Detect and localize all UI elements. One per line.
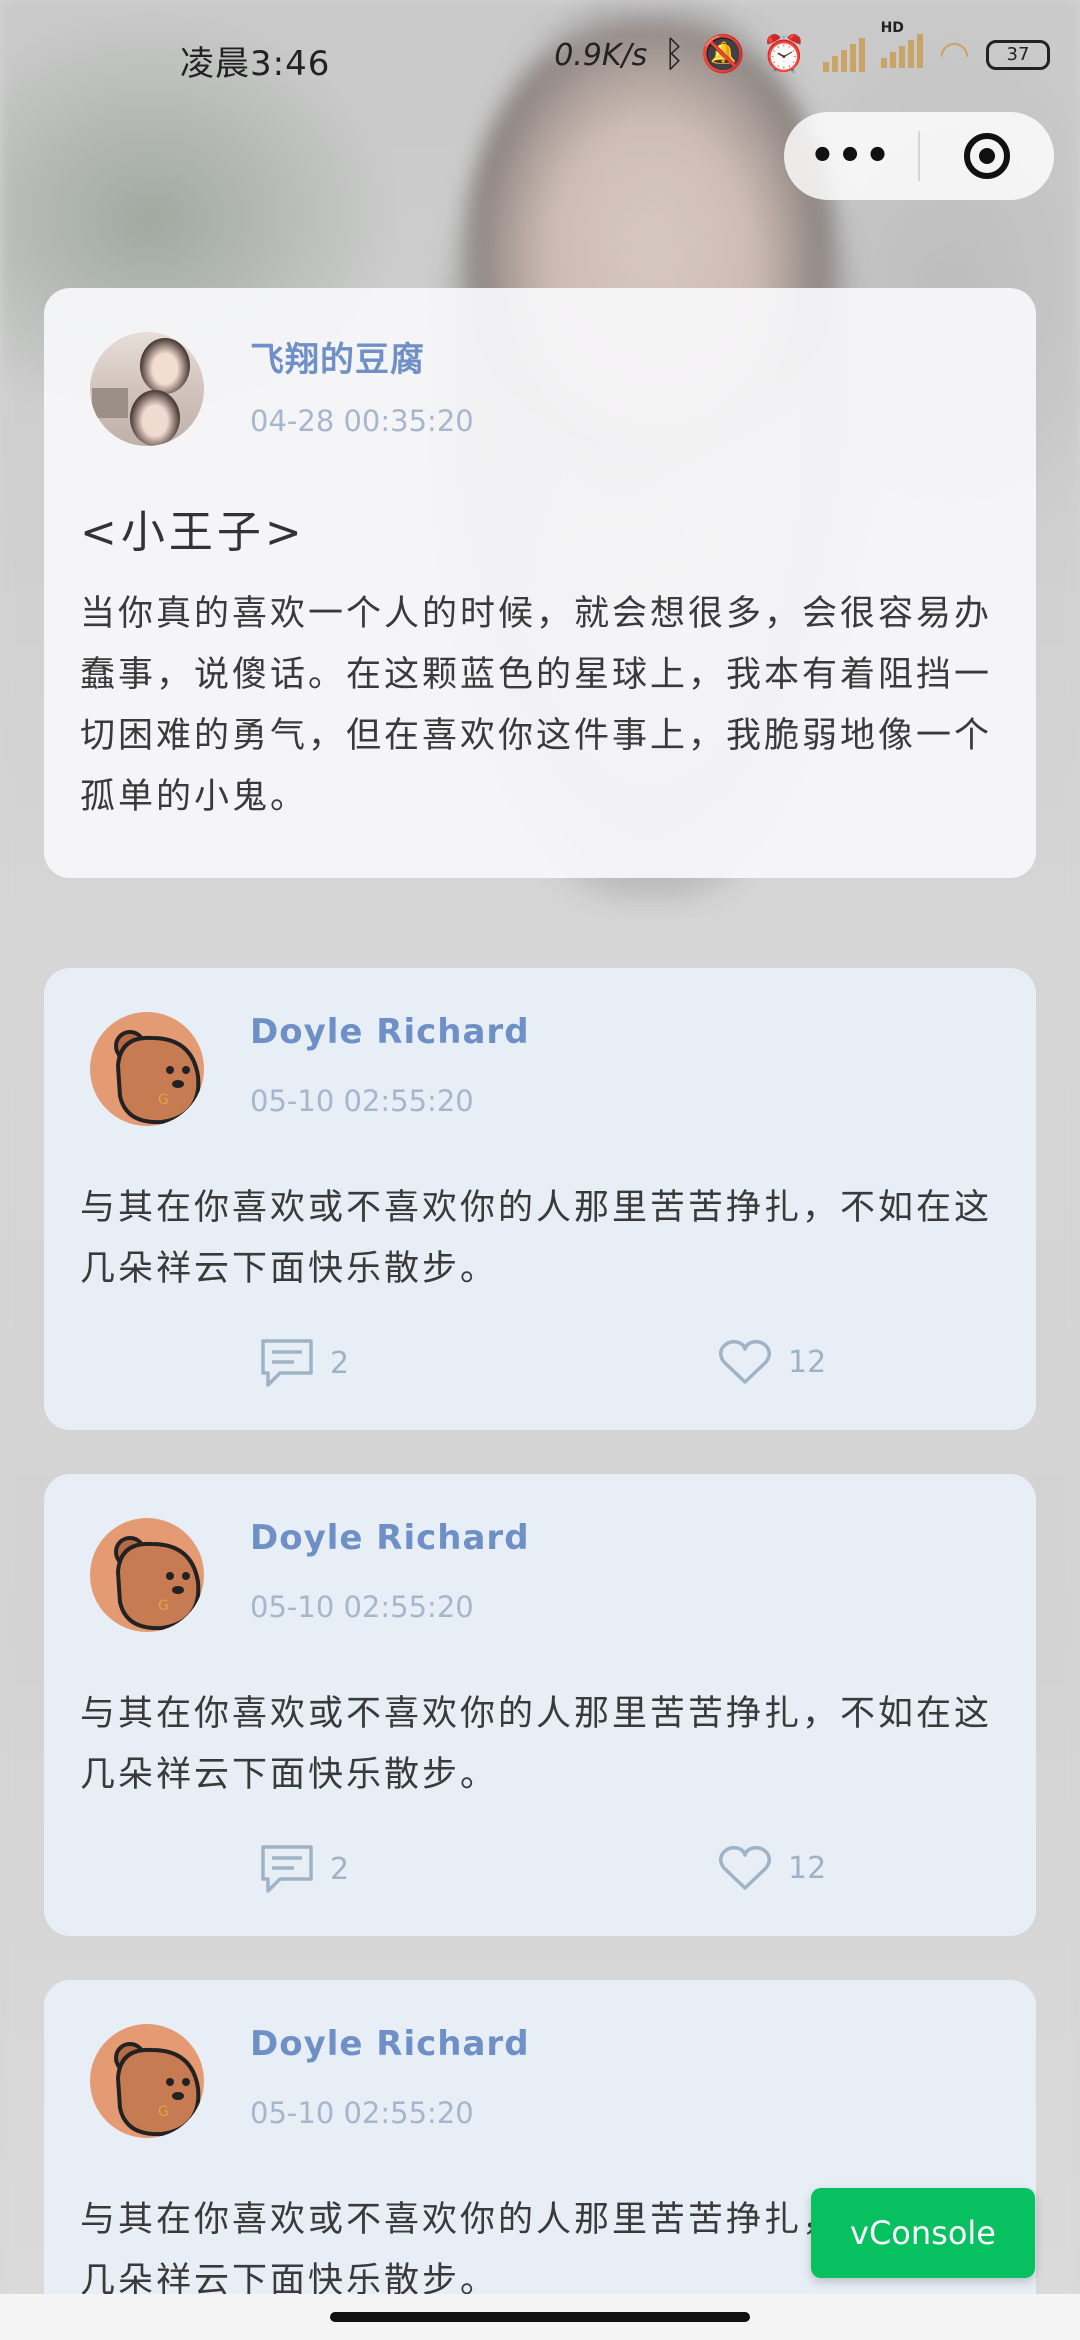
user-name[interactable]: 飞翔的豆腐 — [250, 332, 425, 381]
avatar[interactable] — [90, 332, 204, 446]
post-time: 05-10 02:55:20 — [250, 1590, 474, 1624]
bear-icon: G — [114, 1030, 201, 1125]
comment-icon — [261, 1845, 313, 1893]
comment-icon — [261, 1339, 313, 1387]
bear-icon: G — [114, 2042, 201, 2137]
battery-icon: 37 — [986, 40, 1050, 70]
post-time: 04-28 00:35:20 — [250, 404, 474, 438]
like-count: 12 — [788, 1850, 827, 1886]
post-content: 当你真的喜欢一个人的时候，就会想很多，会很容易办蠢事，说傻话。在这颗蓝色的星球上… — [80, 594, 993, 817]
user-name[interactable]: Doyle Richard — [250, 1012, 530, 1052]
battery-level: 37 — [1006, 44, 1030, 65]
post-time: 05-10 02:55:20 — [250, 1084, 474, 1118]
home-indicator[interactable] — [330, 2312, 750, 2322]
user-name[interactable]: Doyle Richard — [250, 1518, 530, 1558]
heart-icon — [719, 1339, 771, 1384]
status-bar: 凌晨3:46 0.9K/s ᛒ 🔕 ⏰ HD ◠ 37 — [0, 0, 1080, 110]
hd-label: HD — [880, 20, 904, 36]
post-time: 05-10 02:55:20 — [250, 2096, 474, 2130]
comment-button[interactable]: 2 — [260, 1844, 349, 1894]
book-title: <小王子> — [80, 507, 306, 558]
comment-button[interactable]: 2 — [260, 1338, 349, 1388]
user-name[interactable]: Doyle Richard — [250, 2024, 530, 2064]
miniprogram-capsule: ••• — [784, 112, 1054, 200]
avatar[interactable]: G — [90, 1518, 204, 1632]
featured-post-card[interactable]: 飞翔的豆腐 04-28 00:35:20 <小王子> 当你真的喜欢一个人的时候，… — [44, 288, 1036, 878]
bear-icon: G — [114, 1536, 201, 1631]
like-count: 12 — [788, 1344, 827, 1380]
alarm-icon: ⏰ — [761, 34, 807, 75]
avatar[interactable]: G — [90, 2024, 204, 2138]
post-card[interactable]: G Doyle Richard 05-10 02:55:20 与其在你喜欢或不喜… — [44, 968, 1036, 1430]
post-content: 与其在你喜欢或不喜欢你的人那里苦苦挣扎，不如在这几朵祥云下面快乐散步。 — [80, 1694, 993, 1795]
like-button[interactable]: 12 — [718, 1844, 826, 1892]
svg-text:G: G — [158, 2104, 169, 2120]
post-card[interactable]: G Doyle Richard 05-10 02:55:20 与其在你喜欢或不喜… — [44, 1474, 1036, 1936]
heart-icon — [719, 1845, 771, 1890]
more-button[interactable]: ••• — [784, 133, 918, 179]
svg-text:G: G — [158, 1598, 169, 1614]
comment-count: 2 — [330, 1345, 350, 1381]
vconsole-button[interactable]: vConsole — [811, 2188, 1035, 2278]
like-button[interactable]: 12 — [718, 1338, 826, 1386]
status-time: 凌晨3:46 — [180, 44, 331, 84]
signal-hd-icon: HD — [880, 20, 923, 76]
comment-count: 2 — [330, 1851, 350, 1887]
target-icon — [964, 133, 1010, 179]
wifi-icon: ◠ — [938, 34, 970, 75]
bluetooth-icon: ᛒ — [663, 34, 685, 75]
signal-icon — [822, 38, 865, 72]
avatar[interactable]: G — [90, 1012, 204, 1126]
close-button[interactable] — [920, 133, 1054, 179]
post-card[interactable]: G Doyle Richard 05-10 02:55:20 与其在你喜欢或不喜… — [44, 1980, 1036, 2340]
status-icons: 0.9K/s ᛒ 🔕 ⏰ HD ◠ 37 — [554, 20, 1050, 76]
net-speed: 0.9K/s — [554, 37, 648, 73]
post-content: 与其在你喜欢或不喜欢你的人那里苦苦挣扎，不如在这几朵祥云下面快乐散步。 — [80, 1188, 993, 1289]
svg-text:G: G — [158, 1092, 169, 1108]
home-bar — [0, 2294, 1080, 2340]
mute-icon: 🔕 — [700, 34, 746, 75]
